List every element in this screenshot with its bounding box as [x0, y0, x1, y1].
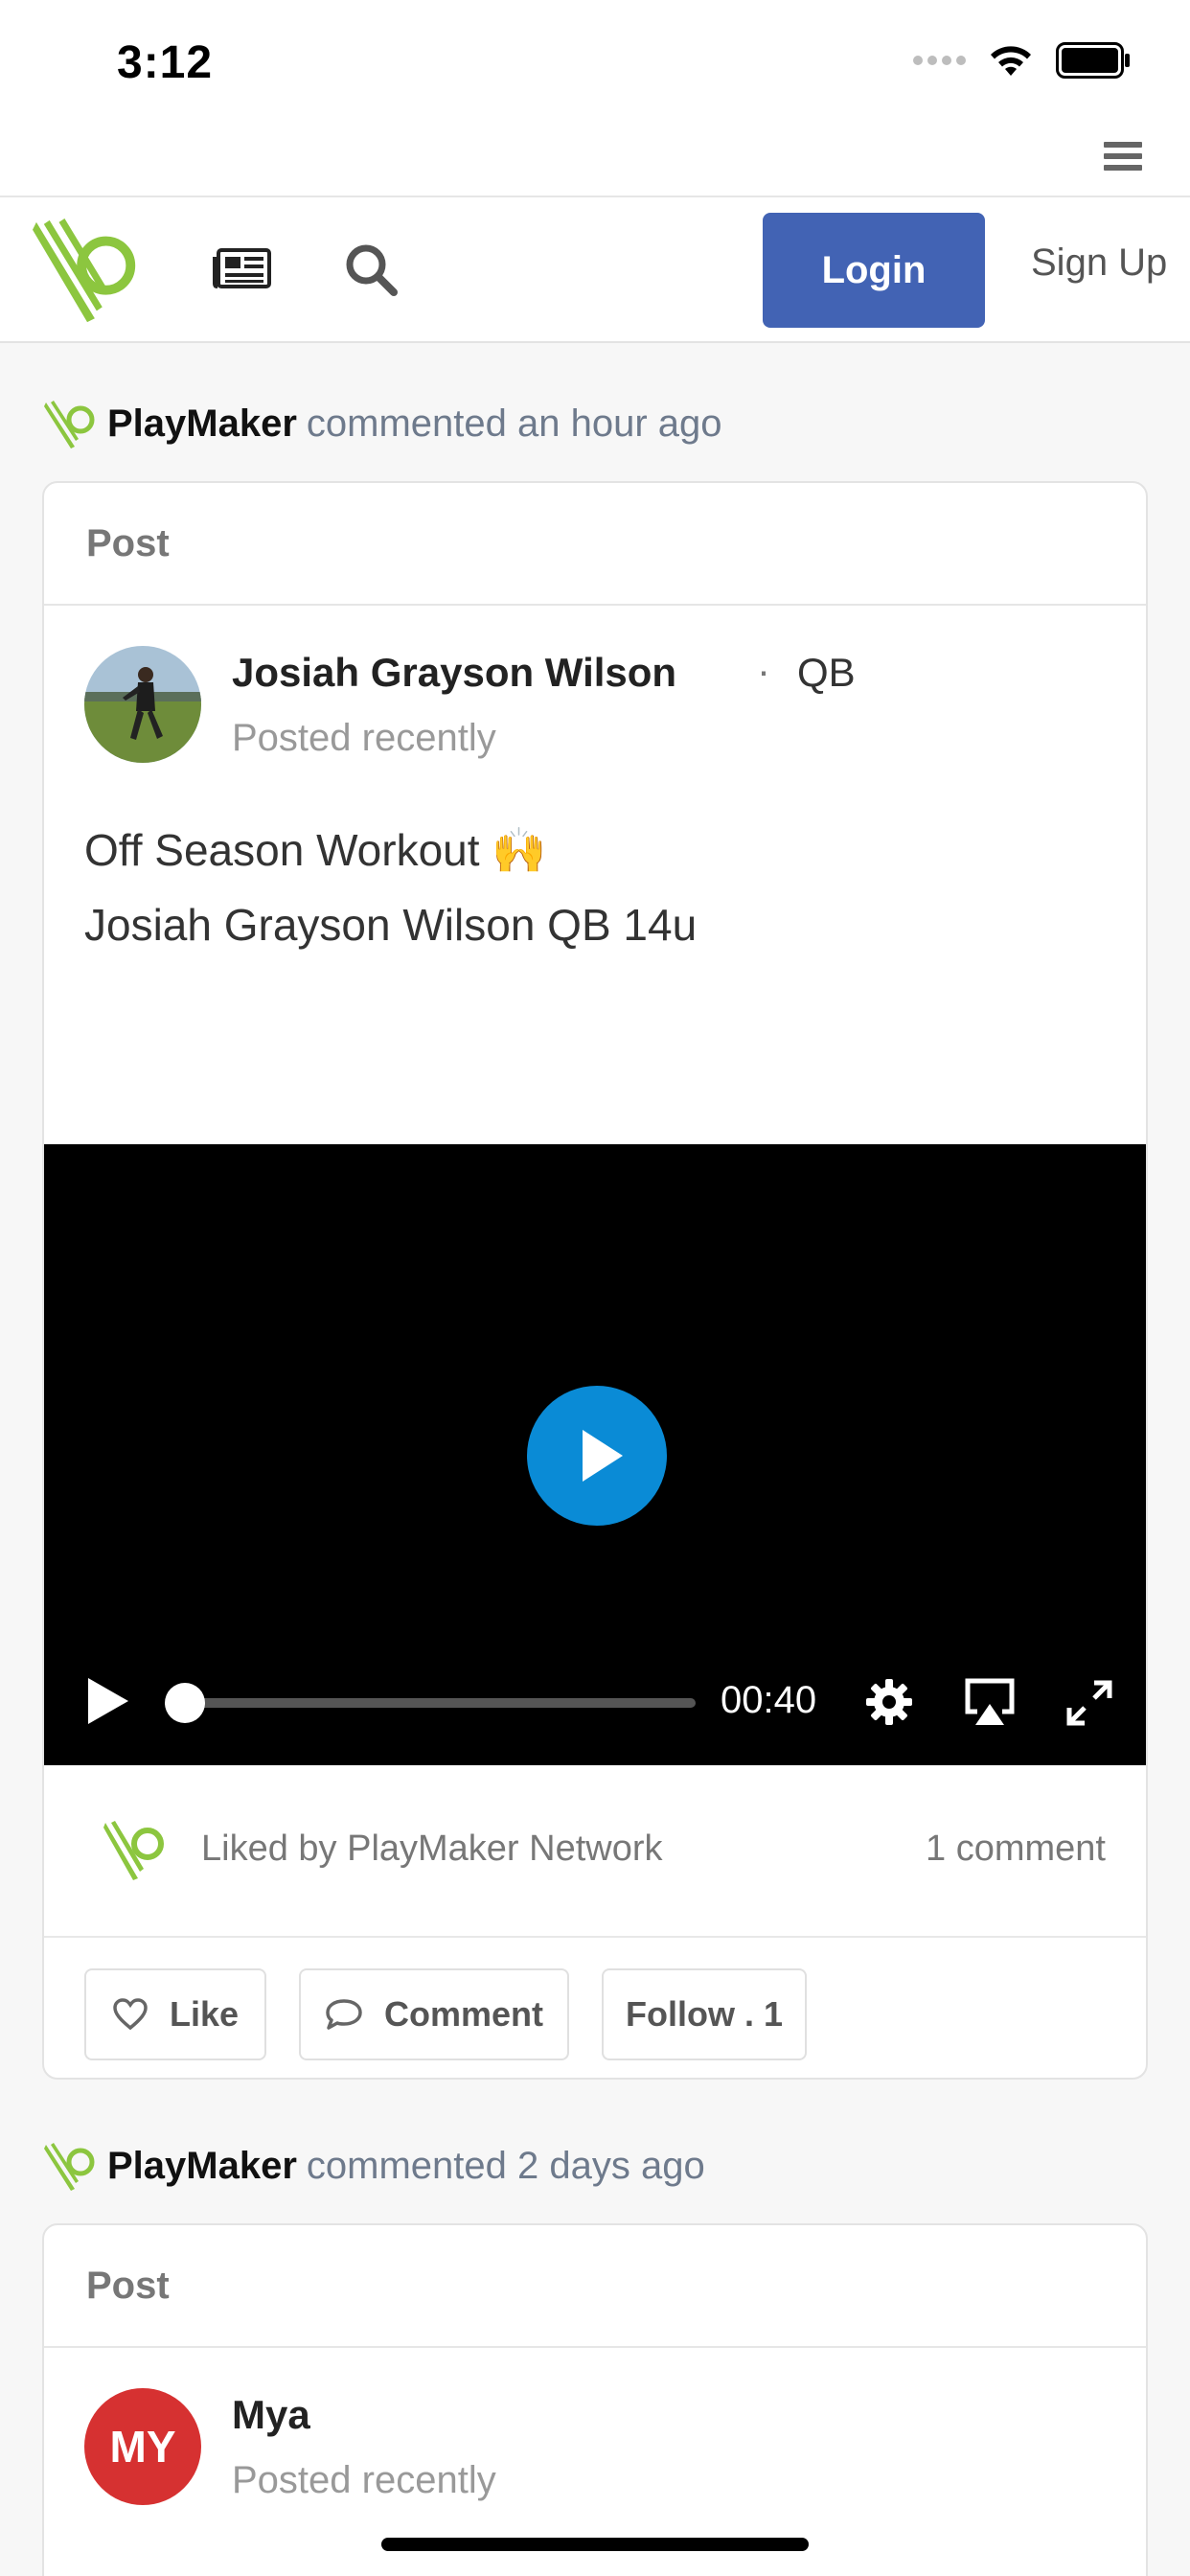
follow-button[interactable]: Follow . 1 — [602, 1968, 807, 2060]
battery-icon — [1056, 42, 1130, 79]
post-text-line: Off Season Workout 🙌 — [84, 825, 547, 875]
video-progress-bar[interactable] — [169, 1698, 696, 1708]
video-controls: 00:40 — [44, 1662, 1146, 1738]
signup-link[interactable]: Sign Up — [1031, 242, 1167, 285]
playmaker-logo — [44, 2143, 95, 2191]
activity-actor[interactable]: PlayMaker — [107, 2145, 297, 2188]
author-row: MY Mya Posted recently — [44, 2348, 1146, 2540]
fullscreen-icon[interactable] — [1065, 1679, 1113, 1727]
activity-verb: commented 2 days ago — [306, 2144, 705, 2187]
post-card: Post MY Mya Posted recently — [42, 2223, 1148, 2576]
activity-header: PlayMaker commented 2 days ago — [44, 2141, 705, 2191]
liked-by-text[interactable]: Liked by PlayMaker Network — [201, 1828, 663, 1870]
post-time: Posted recently — [232, 717, 496, 759]
separator-dot: · — [757, 648, 770, 693]
playmaker-logo[interactable] — [33, 217, 146, 330]
gear-icon[interactable] — [864, 1677, 914, 1727]
comment-count[interactable]: 1 comment — [926, 1828, 1106, 1870]
like-label: Like — [169, 1994, 240, 2034]
author-position: QB — [797, 650, 856, 695]
status-time: 3:12 — [117, 37, 214, 88]
activity-header: PlayMaker commented an hour ago — [44, 399, 722, 448]
card-header: Post — [44, 2225, 1146, 2348]
like-button[interactable]: Like — [84, 1968, 266, 2060]
search-icon[interactable] — [343, 242, 399, 297]
activity-verb: commented an hour ago — [306, 402, 722, 445]
status-icons — [913, 42, 1131, 79]
comment-button[interactable]: Comment — [299, 1968, 569, 2060]
author-name[interactable]: Josiah Grayson Wilson — [232, 650, 676, 696]
play-icon[interactable] — [84, 1675, 130, 1727]
signal-icon — [913, 56, 966, 65]
post-text-line: Josiah Grayson Wilson QB 14u — [84, 900, 698, 950]
playmaker-logo — [103, 1821, 164, 1880]
airplay-icon[interactable] — [964, 1677, 1016, 1727]
top-bar — [0, 126, 1190, 197]
video-duration: 00:40 — [721, 1679, 817, 1721]
video-player[interactable]: 00:40 — [44, 1144, 1146, 1765]
play-icon[interactable] — [527, 1386, 667, 1526]
actions-row: Like Comment Follow . 1 — [44, 1938, 1146, 2078]
avatar[interactable] — [84, 646, 201, 763]
card-header: Post — [44, 483, 1146, 606]
comment-label: Comment — [383, 1994, 543, 2034]
wifi-icon — [991, 46, 1031, 76]
likes-row: Liked by PlayMaker Network 1 comment — [44, 1765, 1146, 1938]
playmaker-logo — [44, 401, 95, 448]
avatar[interactable]: MY — [84, 2388, 201, 2505]
follow-label: Follow . 1 — [625, 1994, 783, 2034]
hamburger-icon[interactable] — [1104, 142, 1142, 176]
activity-actor[interactable]: PlayMaker — [107, 402, 297, 446]
heart-icon — [113, 1998, 148, 2031]
login-button[interactable]: Login — [763, 213, 985, 328]
nav-bar: Login Sign Up — [0, 197, 1190, 343]
home-indicator[interactable] — [381, 2538, 809, 2551]
author-row: Josiah Grayson Wilson · QB Posted recent… — [44, 606, 1146, 797]
post-card: Post Josiah Grayson Wilson · QB Posted r… — [42, 481, 1148, 2080]
status-bar: 3:12 — [0, 0, 1190, 126]
author-name[interactable]: Mya — [232, 2392, 310, 2438]
video-progress-handle[interactable] — [165, 1683, 205, 1723]
post-time: Posted recently — [232, 2459, 496, 2501]
newspaper-icon[interactable] — [213, 247, 272, 289]
comment-icon — [326, 1999, 362, 2030]
